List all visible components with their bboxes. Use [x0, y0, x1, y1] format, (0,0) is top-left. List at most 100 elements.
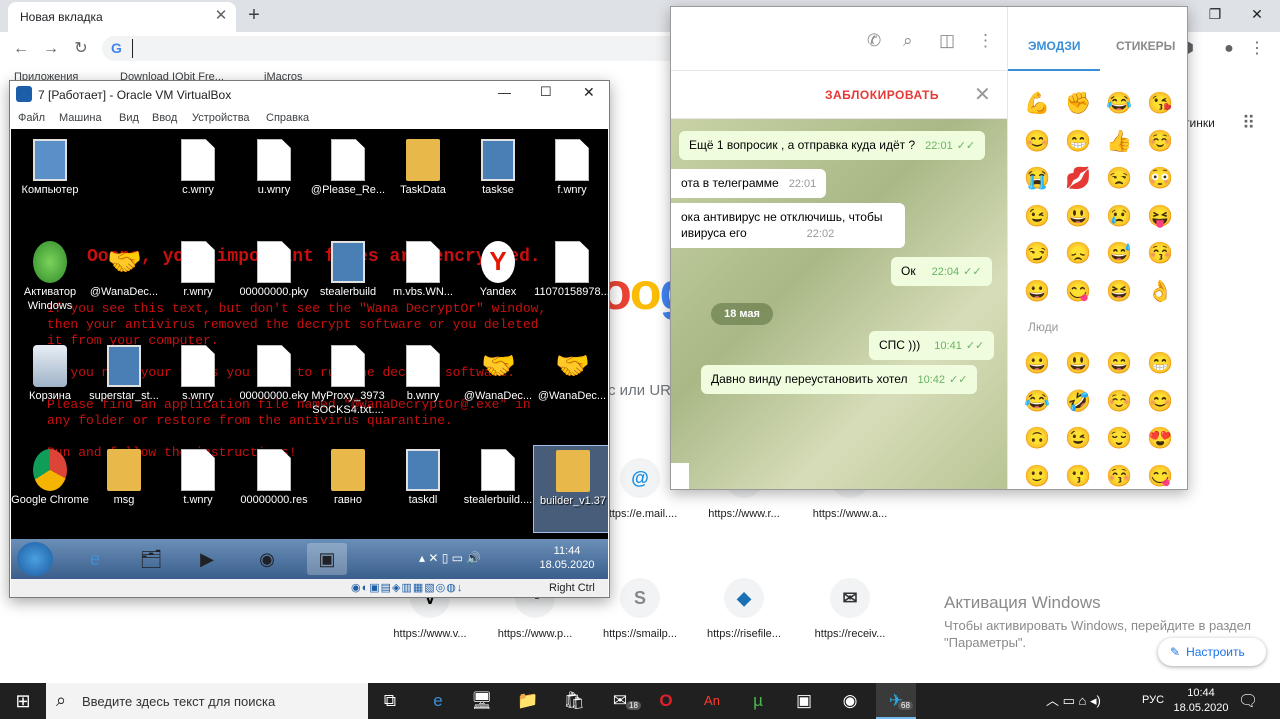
active-app-icon[interactable]: ▣ — [307, 543, 347, 575]
menu-devices[interactable]: Устройства — [192, 112, 250, 124]
tab-new-tab[interactable]: Новая вкладка ✕ — [8, 2, 236, 32]
desktop-icon-file[interactable]: 00000000.res — [235, 445, 313, 533]
desktop-icon-recycle-bin[interactable]: Корзина — [11, 341, 89, 429]
desktop-icon-app[interactable]: superstar_st... — [85, 341, 163, 429]
desktop-icon-file[interactable]: t.wnry — [159, 445, 237, 533]
emoji-item[interactable]: 😒 — [1106, 166, 1132, 192]
block-button[interactable]: ЗАБЛОКИРОВАТЬ — [825, 88, 939, 102]
emoji-item[interactable]: ☺️ — [1147, 129, 1173, 155]
emoji-item[interactable]: 😞 — [1065, 241, 1091, 267]
menu-file[interactable]: Файл — [18, 112, 45, 124]
close-icon[interactable]: ✕ — [583, 84, 595, 101]
ntp-search-box[interactable]: с или URL — [608, 382, 679, 399]
emoji-item[interactable]: 😂 — [1106, 91, 1132, 117]
utorrent-icon[interactable]: µ — [738, 683, 778, 719]
animate-icon[interactable]: An — [692, 683, 732, 719]
emoji-item[interactable]: 🙂 — [1024, 464, 1050, 490]
emoji-item[interactable]: ☺️ — [1106, 389, 1132, 415]
emoji-item[interactable]: ✊ — [1065, 91, 1091, 117]
remote-desktop-icon[interactable]: 🖥 — [462, 683, 502, 719]
desktop-icon-file[interactable]: 11070158978... — [533, 237, 608, 325]
emoji-item[interactable]: 👍 — [1106, 129, 1132, 155]
desktop-icon-computer[interactable]: Компьютер — [11, 135, 89, 223]
emoji-item[interactable]: 😋 — [1065, 279, 1091, 305]
emoji-item[interactable]: 😃 — [1065, 204, 1091, 230]
desktop-icon-folder[interactable]: гавно — [309, 445, 387, 533]
search-icon[interactable]: ⌕ — [903, 31, 913, 51]
minimize-icon[interactable]: — — [498, 85, 511, 100]
shortcut-tile[interactable]: ◆ https://risefile... — [697, 578, 791, 668]
vm-desktop[interactable]: Ooops, your important files are encrypte… — [11, 129, 608, 539]
vm-clock[interactable]: 11:44 18.05.2020 — [539, 544, 595, 572]
desktop-icon-file[interactable]: c.wnry — [159, 135, 237, 223]
menu-machine[interactable]: Машина — [59, 112, 102, 124]
emoji-item[interactable]: 😏 — [1024, 241, 1050, 267]
desktop-icon-file[interactable]: f.wnry — [533, 135, 608, 223]
desktop-icon-file[interactable]: 00000000.eky — [235, 341, 313, 429]
back-icon[interactable]: ← — [10, 38, 32, 60]
emoji-item[interactable]: 😍 — [1147, 426, 1173, 452]
menu-input[interactable]: Ввод — [152, 112, 177, 124]
phone-icon[interactable]: ✆ — [867, 31, 881, 51]
notification-icon[interactable]: 🗨 — [1238, 691, 1258, 711]
emoji-item[interactable]: 💋 — [1065, 166, 1091, 192]
reload-icon[interactable]: ↻ — [70, 38, 92, 60]
close-window-icon[interactable]: ✕ — [1244, 3, 1270, 25]
desktop-icon-folder-selected[interactable]: builder_v1.37 — [533, 445, 608, 533]
emoji-item[interactable]: 😊 — [1147, 389, 1173, 415]
desktop-icon-file[interactable]: b.wnry — [384, 341, 462, 429]
emoji-item[interactable]: 😃 — [1065, 351, 1091, 377]
taskbar-clock[interactable]: 10:44 18.05.2020 — [1172, 686, 1230, 716]
tab-stickers[interactable]: СТИКЕРЫ — [1116, 39, 1175, 53]
ie-icon[interactable]: e — [75, 543, 115, 575]
desktop-icon-file[interactable]: 00000000.pky — [235, 237, 313, 325]
emoji-item[interactable]: 😚 — [1106, 464, 1132, 490]
restore-icon[interactable]: ❐ — [1202, 3, 1228, 25]
desktop-icon-chrome[interactable]: Google Chrome — [11, 445, 89, 533]
desktop-icon-file[interactable]: r.wnry — [159, 237, 237, 325]
google-apps-icon[interactable]: ⠿ — [1242, 114, 1255, 132]
emoji-item[interactable]: 😌 — [1106, 426, 1132, 452]
tab-emoji[interactable]: ЭМОДЗИ — [1028, 39, 1081, 53]
emoji-item[interactable]: 😁 — [1065, 129, 1091, 155]
desktop-icon-app[interactable]: taskdl — [384, 445, 462, 533]
desktop-icon-file[interactable]: m.vbs.WN... — [384, 237, 462, 325]
shortcut-tile[interactable]: ✉ https://receiv... — [803, 578, 897, 668]
desktop-icon-file[interactable]: stealerbuild.... — [459, 445, 537, 533]
vbox-status-icons[interactable]: ◉◐▣▤◈▥▦▧◎◍↓ — [351, 581, 463, 594]
emoji-item[interactable]: 🙃 — [1024, 426, 1050, 452]
desktop-icon-wanadecryptor[interactable]: 🤝 @WanaDec... — [459, 341, 537, 429]
emoji-item[interactable]: 😘 — [1147, 91, 1173, 117]
forward-icon[interactable]: → — [40, 38, 62, 60]
taskbar-search[interactable]: ⌕ Введите здесь текст для поиска — [46, 683, 368, 719]
new-tab-button[interactable]: + — [243, 4, 265, 26]
emoji-item[interactable]: 😅 — [1106, 241, 1132, 267]
language-indicator[interactable]: РУС — [1142, 694, 1164, 706]
chrome-icon[interactable]: ◉ — [830, 683, 870, 719]
desktop-icon-file[interactable]: MyProxy_3973 SOCKS4.txt.... — [309, 341, 387, 429]
desktop-icon-file[interactable]: s.wnry — [159, 341, 237, 429]
menu-help[interactable]: Справка — [266, 112, 309, 124]
emoji-item[interactable]: 😊 — [1024, 129, 1050, 155]
emoji-item[interactable]: 😆 — [1106, 279, 1132, 305]
edge-icon[interactable]: e — [418, 683, 458, 719]
emoji-item[interactable]: 😁 — [1147, 351, 1173, 377]
emoji-item[interactable]: 😂 — [1024, 389, 1050, 415]
emoji-item[interactable]: 😗 — [1065, 464, 1091, 490]
emoji-item[interactable]: 😀 — [1024, 351, 1050, 377]
profile-icon[interactable]: ● — [1218, 38, 1240, 60]
desktop-icon-wanadecryptor[interactable]: 🤝 @WanaDec... — [85, 237, 163, 325]
desktop-icon-app[interactable]: taskse — [459, 135, 537, 223]
emoji-item[interactable]: 😉 — [1024, 204, 1050, 230]
emoji-item[interactable]: 💪 — [1024, 91, 1050, 117]
emoji-item[interactable]: 😝 — [1147, 204, 1173, 230]
vbox-titlebar[interactable]: 7 [Работает] - Oracle VM VirtualBox — ☐ … — [10, 81, 609, 107]
desktop-icon-yandex[interactable]: Y Yandex — [459, 237, 537, 325]
chrome-menu-icon[interactable]: ⋮ — [1246, 38, 1268, 60]
emoji-item[interactable]: 🤣 — [1065, 389, 1091, 415]
emoji-item[interactable]: 👌 — [1147, 279, 1173, 305]
system-tray-icons[interactable]: ︿ ▭ ⌂ ◂) — [1046, 683, 1101, 719]
more-icon[interactable]: ⋮ — [977, 31, 994, 51]
menu-view[interactable]: Вид — [119, 112, 139, 124]
file-explorer-icon[interactable]: 📁 — [508, 683, 548, 719]
